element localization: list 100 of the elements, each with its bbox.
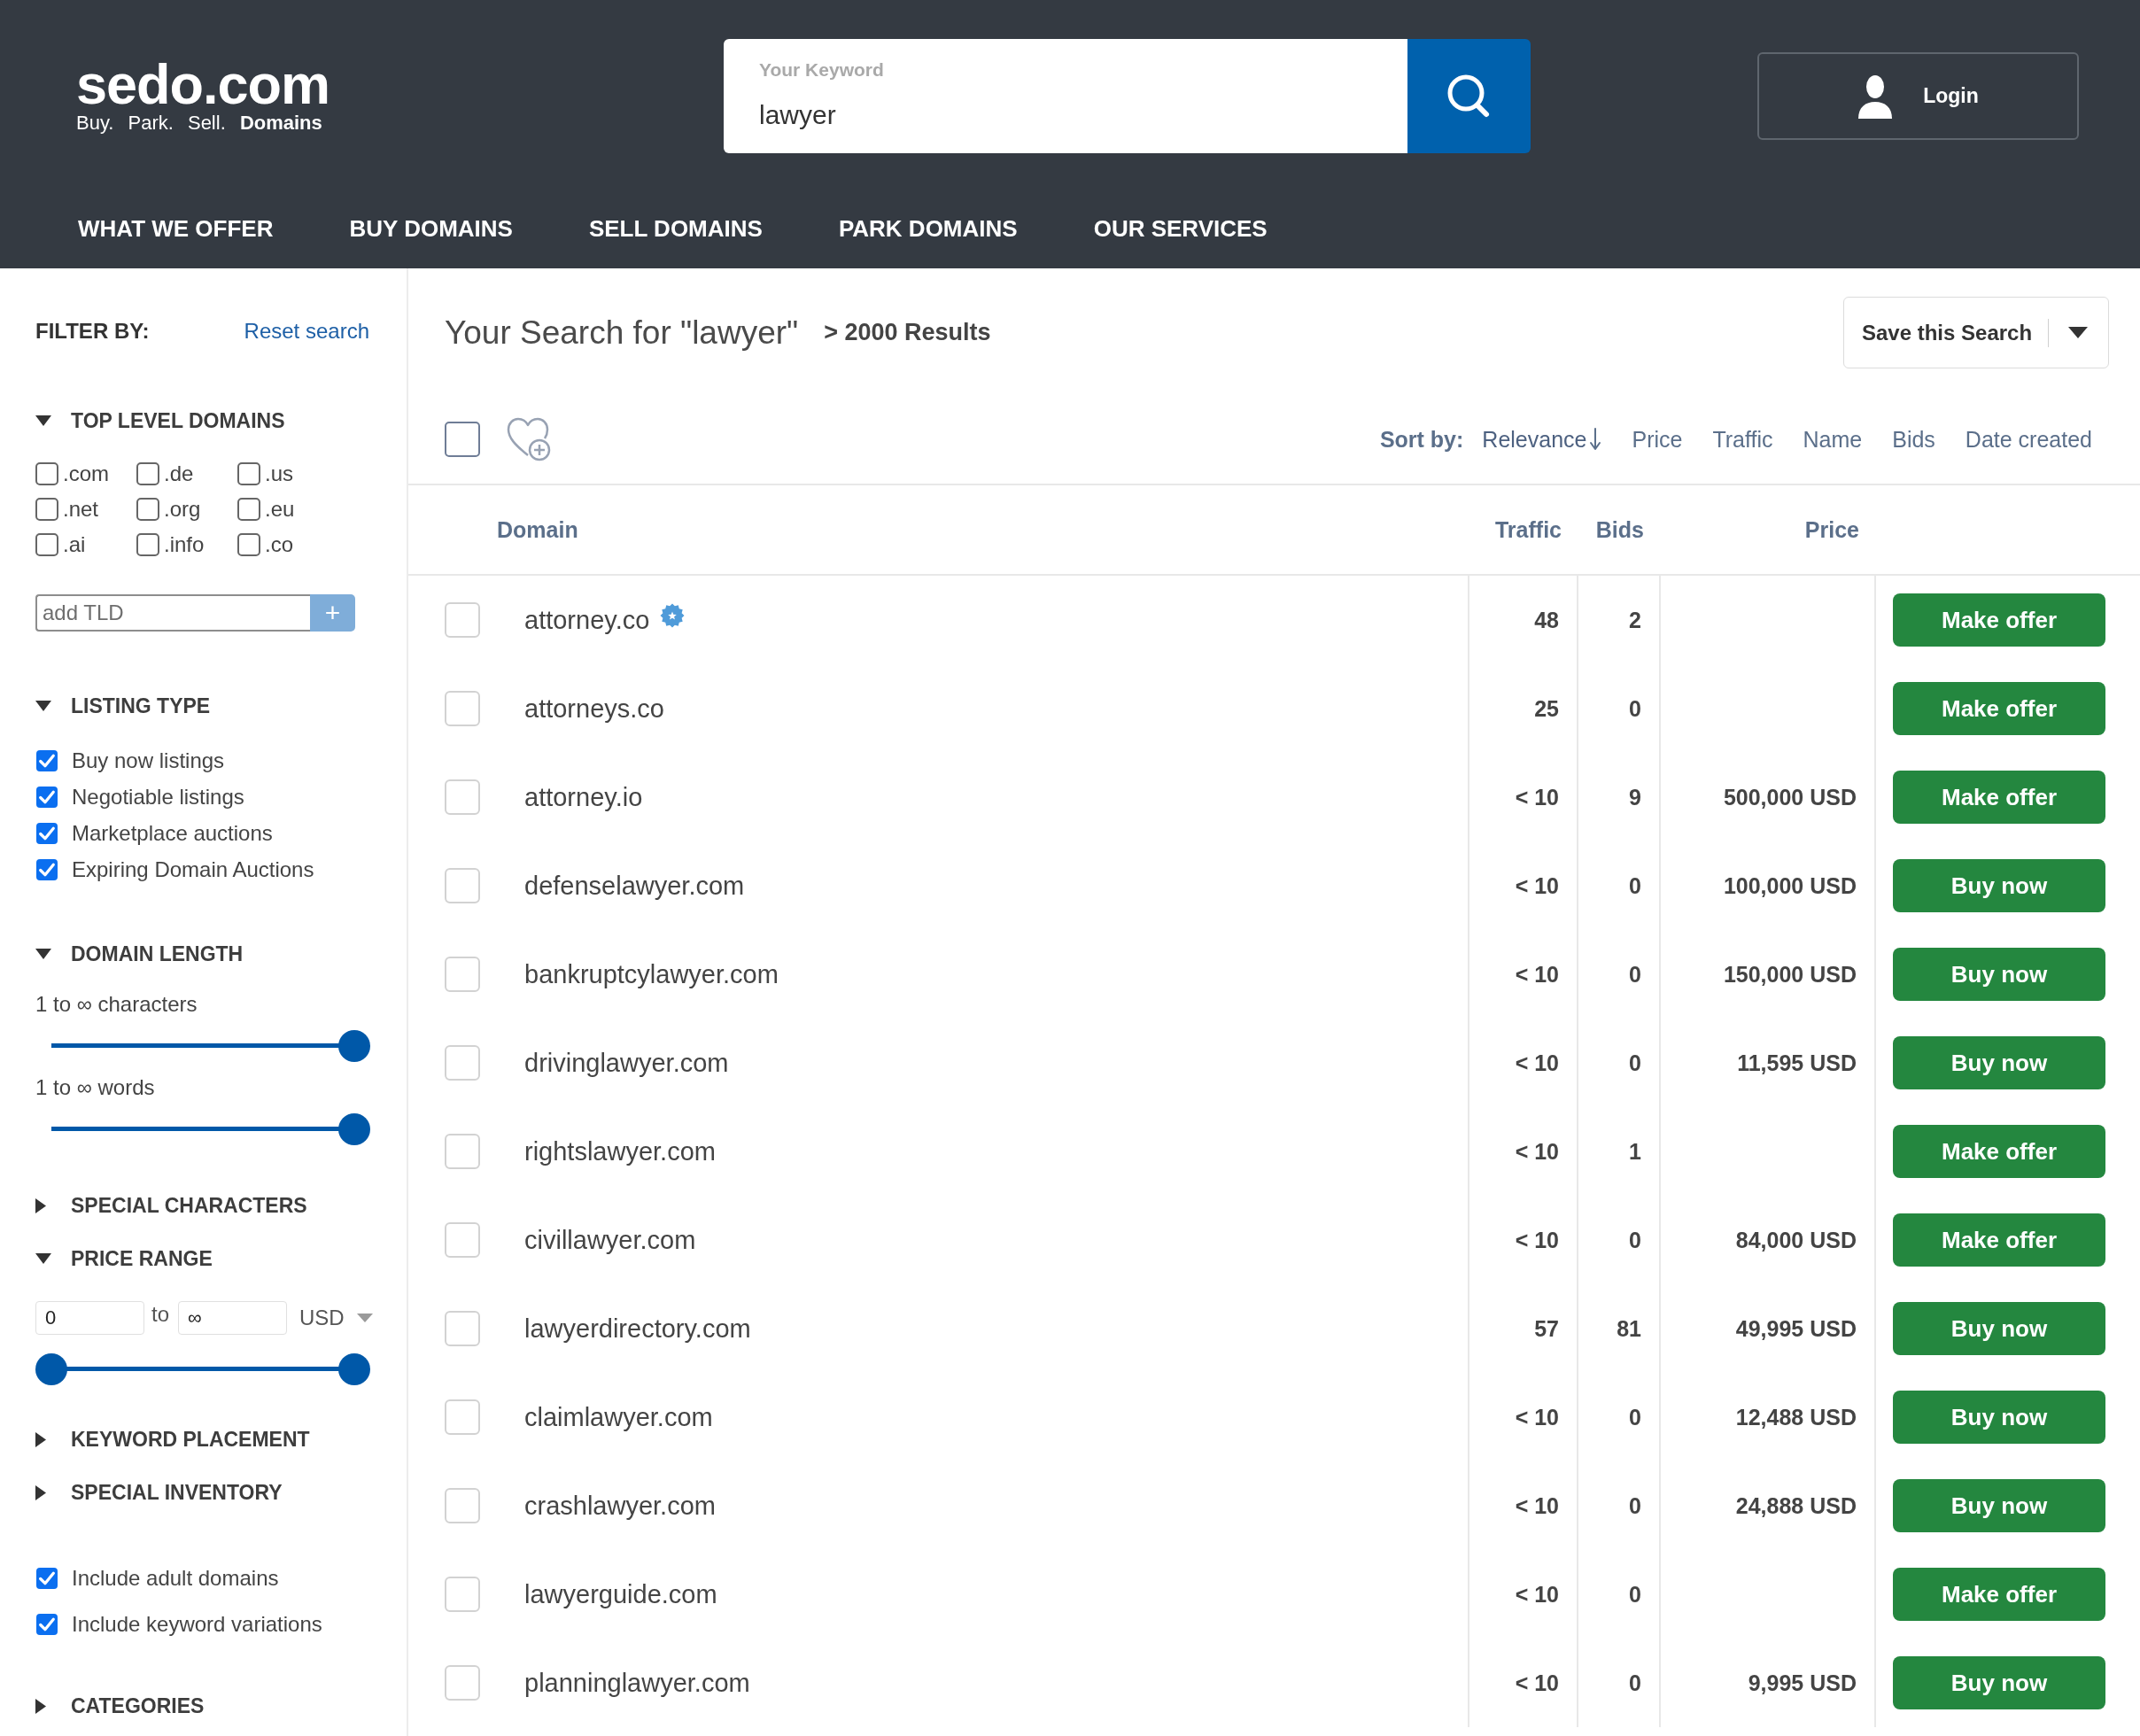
currency-dropdown[interactable]: USD <box>299 1306 373 1330</box>
action-button[interactable]: Make offer <box>1893 682 2105 735</box>
section-toggle[interactable]: CATEGORIES <box>35 1688 205 1724</box>
section-toggle[interactable]: SPECIAL INVENTORY <box>35 1475 283 1510</box>
sort-option[interactable]: Date created <box>1965 426 2092 453</box>
slider[interactable] <box>35 1352 371 1386</box>
column-header[interactable]: Domain <box>497 516 578 543</box>
heart-plus-icon[interactable] <box>507 417 551 461</box>
nav-link[interactable]: PARK DOMAINS <box>838 214 1018 243</box>
sort-option[interactable]: Relevance <box>1482 426 1602 453</box>
traffic-value: < 10 <box>1515 784 1559 810</box>
checkbox[interactable] <box>35 498 58 521</box>
checkbox[interactable] <box>35 462 58 485</box>
section-toggle[interactable]: SPECIAL CHARACTERS <box>35 1188 307 1223</box>
price-value: 500,000 USD <box>1723 784 1857 810</box>
action-button[interactable]: Make offer <box>1893 1125 2105 1178</box>
column-header[interactable]: Price <box>1804 516 1859 543</box>
domain-link[interactable]: defenselawyer.com <box>524 871 745 901</box>
checkbox[interactable] <box>35 1613 58 1636</box>
checkbox[interactable] <box>35 533 58 556</box>
bids-value: 2 <box>1629 607 1641 633</box>
domain-link[interactable]: crashlawyer.com <box>524 1491 716 1521</box>
checkbox[interactable] <box>35 785 58 809</box>
action-button[interactable]: Buy now <box>1893 948 2105 1001</box>
price-max-input[interactable]: ∞ <box>178 1301 287 1335</box>
slider-thumb[interactable] <box>338 1029 370 1062</box>
action-button[interactable]: Buy now <box>1893 1391 2105 1444</box>
action-button[interactable]: Make offer <box>1893 1568 2105 1621</box>
nav-link[interactable]: WHAT WE OFFER <box>78 214 274 243</box>
price-value: 150,000 USD <box>1723 961 1857 988</box>
checkbox[interactable] <box>445 422 480 457</box>
domain-link[interactable]: attorney.io <box>524 782 643 812</box>
checkbox-label: .ai <box>63 532 86 557</box>
caret-down-icon <box>356 1314 373 1322</box>
section-toggle[interactable]: LISTING TYPE <box>35 688 211 724</box>
price-min-input[interactable]: 0 <box>35 1301 144 1335</box>
checkbox-label: Buy now listings <box>72 748 225 773</box>
search-button[interactable] <box>1407 39 1531 153</box>
to-label: to <box>151 1302 169 1327</box>
bids-value: 9 <box>1629 784 1641 810</box>
checkbox[interactable] <box>35 748 58 772</box>
action-button[interactable]: Buy now <box>1893 1479 2105 1532</box>
sort-option[interactable]: Traffic <box>1712 426 1773 453</box>
section-toggle[interactable]: DOMAIN LENGTH <box>35 936 244 972</box>
section-toggle[interactable]: PRICE RANGE <box>35 1241 213 1276</box>
checkbox-label: Expiring Domain Auctions <box>72 856 314 882</box>
checkbox[interactable] <box>136 533 159 556</box>
domain-link[interactable]: attorneys.co <box>524 694 664 724</box>
checkbox-label: .com <box>63 461 109 486</box>
checkbox[interactable] <box>237 533 260 556</box>
domain-link[interactable]: civillawyer.com <box>524 1225 696 1255</box>
domain-link[interactable]: drivinglawyer.com <box>524 1048 729 1078</box>
domain-link[interactable]: bankruptcylawyer.com <box>524 959 779 989</box>
checkbox-label: .net <box>63 497 99 522</box>
tld-input[interactable]: add TLD <box>35 594 310 632</box>
nav-link[interactable]: SELL DOMAINS <box>588 214 763 243</box>
domain-link[interactable]: rightslawyer.com <box>524 1136 716 1166</box>
action-button[interactable]: Buy now <box>1893 1036 2105 1089</box>
action-button[interactable]: Make offer <box>1893 1213 2105 1267</box>
column-header[interactable]: Bids <box>1595 516 1644 543</box>
login-button[interactable]: Login <box>1757 52 2079 140</box>
section-toggle[interactable]: KEYWORD PLACEMENT <box>35 1422 310 1457</box>
slider-thumb[interactable] <box>338 1352 370 1385</box>
traffic-value: < 10 <box>1515 872 1559 899</box>
action-button[interactable]: Buy now <box>1893 1302 2105 1355</box>
slider-thumb[interactable] <box>35 1352 67 1385</box>
checkbox-label: .us <box>265 461 293 486</box>
domain-link[interactable]: attorney.co <box>524 605 650 635</box>
sort-option[interactable]: Bids <box>1892 426 1935 453</box>
domain-link[interactable]: lawyerdirectory.com <box>524 1314 751 1344</box>
checkbox[interactable] <box>136 498 159 521</box>
checkbox[interactable] <box>237 498 260 521</box>
save-search-button[interactable]: Save this Search <box>1843 297 2109 368</box>
bids-value: 0 <box>1629 1227 1641 1253</box>
action-button[interactable]: Make offer <box>1893 771 2105 824</box>
domain-link[interactable]: planninglawyer.com <box>524 1668 750 1698</box>
checkbox[interactable] <box>35 821 58 845</box>
sort-option[interactable]: Name <box>1803 426 1863 453</box>
checkbox[interactable] <box>35 1567 58 1590</box>
price-value: 100,000 USD <box>1723 872 1857 899</box>
action-button[interactable]: Buy now <box>1893 859 2105 912</box>
bids-value: 0 <box>1629 1050 1641 1076</box>
logo-wordmark[interactable]: sedo.com <box>76 58 330 110</box>
checkbox[interactable] <box>136 462 159 485</box>
domain-link[interactable]: lawyerguide.com <box>524 1579 717 1609</box>
nav-link[interactable]: BUY DOMAINS <box>349 214 513 243</box>
traffic-value: < 10 <box>1515 1227 1559 1253</box>
checkbox[interactable] <box>237 462 260 485</box>
domain-link[interactable]: claimlawyer.com <box>524 1402 713 1432</box>
action-button[interactable]: Buy now <box>1893 1656 2105 1709</box>
filter-title: FILTER BY: <box>35 319 150 344</box>
section-toggle[interactable]: TOP LEVEL DOMAINS <box>35 403 285 438</box>
checkbox[interactable] <box>35 857 58 881</box>
nav-link[interactable]: OUR SERVICES <box>1093 214 1268 243</box>
sort-option[interactable]: Price <box>1632 426 1683 453</box>
price-value: 9,995 USD <box>1748 1670 1857 1696</box>
column-header[interactable]: Traffic <box>1494 516 1562 543</box>
slider-thumb[interactable] <box>338 1112 370 1145</box>
reset-search-link[interactable]: Reset search <box>244 319 369 344</box>
action-button[interactable]: Make offer <box>1893 593 2105 647</box>
